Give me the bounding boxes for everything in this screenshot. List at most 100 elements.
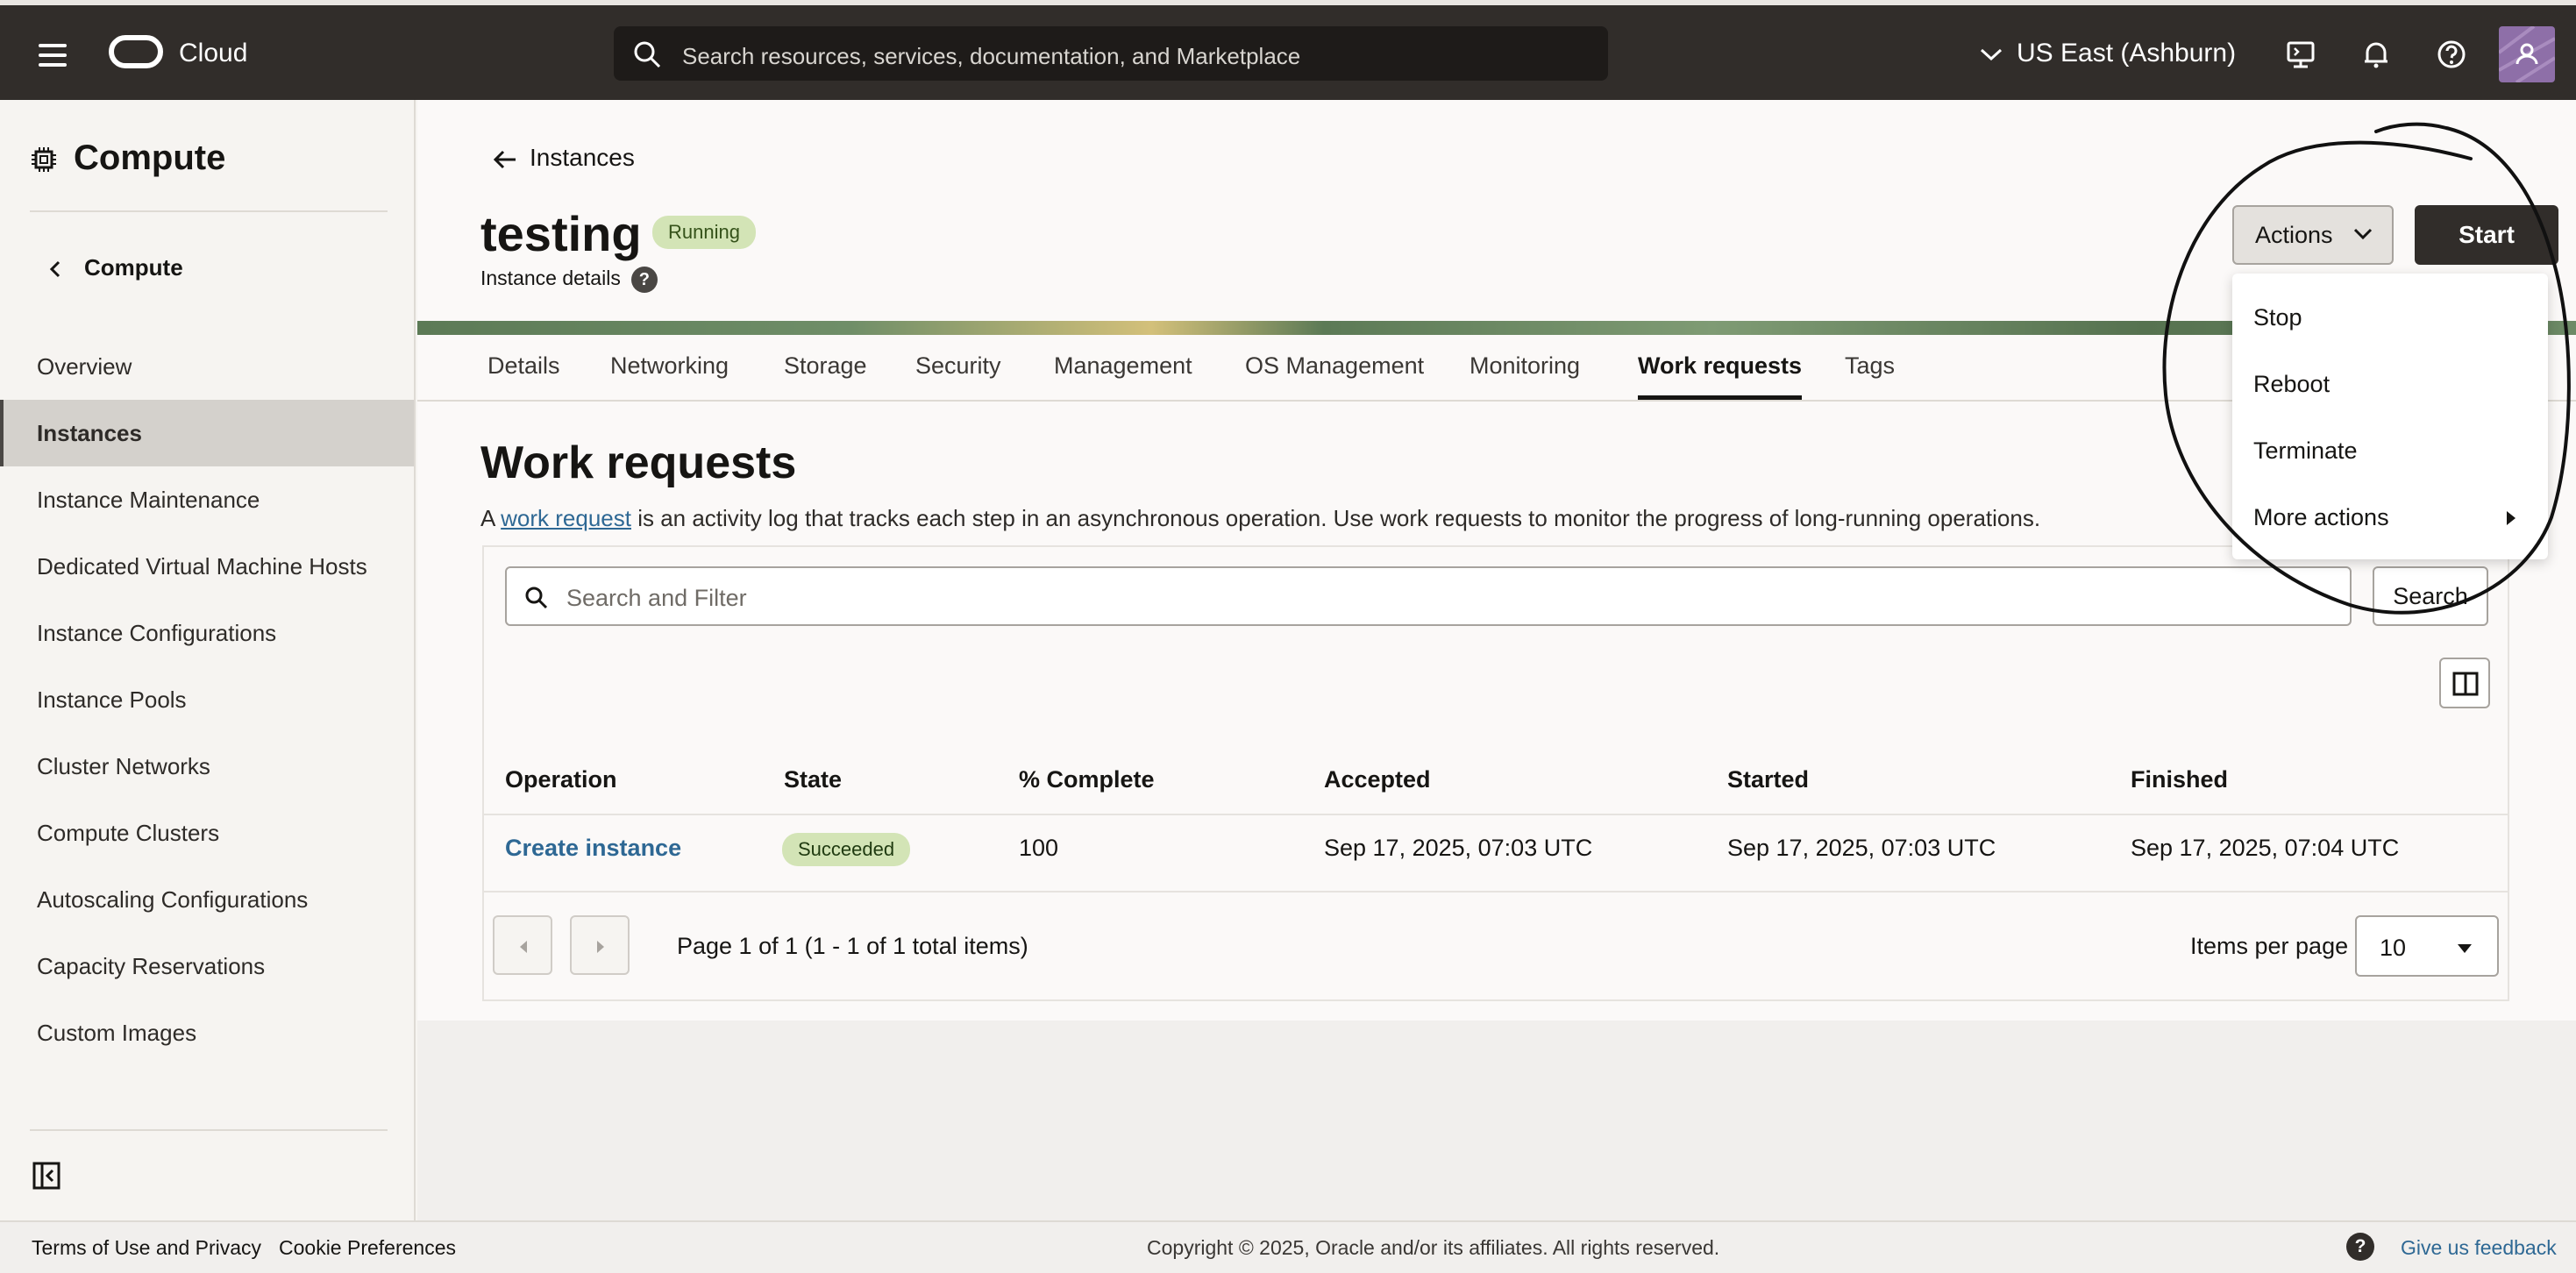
pagination-text: Page 1 of 1 (1 - 1 of 1 total items): [677, 933, 1028, 959]
tab-storage[interactable]: Storage: [784, 352, 867, 395]
sidebar-item-instance-pools[interactable]: Instance Pools: [0, 666, 414, 733]
col-header-operation[interactable]: Operation: [505, 766, 617, 793]
help-icon[interactable]: [2436, 39, 2467, 70]
region-selector[interactable]: US East (Ashburn): [1980, 39, 2236, 68]
help-icon[interactable]: ?: [630, 267, 658, 293]
tab-tags[interactable]: Tags: [1845, 352, 1895, 395]
sidebar-back-link[interactable]: Compute: [49, 254, 183, 281]
search-icon: [525, 587, 548, 609]
desc-prefix: A: [480, 505, 502, 531]
triangle-left-icon: [520, 941, 527, 953]
copyright-text: Copyright © 2025, Oracle and/or its affi…: [1147, 1236, 1720, 1259]
actions-button[interactable]: Actions: [2232, 205, 2394, 265]
feedback-link[interactable]: Give us feedback: [2401, 1236, 2557, 1260]
sidebar-item-instances[interactable]: Instances: [0, 400, 414, 466]
menu-item-stop[interactable]: Stop: [2232, 284, 2548, 351]
footer: Terms of Use and Privacy Cookie Preferen…: [0, 1220, 2576, 1273]
sidebar-divider: [30, 210, 388, 212]
menu-icon[interactable]: [39, 44, 67, 67]
chip-icon: [32, 147, 56, 173]
help-icon[interactable]: ?: [2346, 1233, 2374, 1261]
sidebar-item-dedicated-vm-hosts[interactable]: Dedicated Virtual Machine Hosts: [0, 533, 414, 600]
sidebar-divider-bottom: [30, 1129, 388, 1131]
triangle-right-icon: [597, 941, 604, 953]
sidebar-item-instance-configurations[interactable]: Instance Configurations: [0, 600, 414, 666]
user-avatar[interactable]: [2499, 26, 2555, 82]
status-badge: Running: [652, 216, 756, 249]
sidebar-title: Compute: [30, 139, 225, 178]
table-row-divider: [484, 891, 2508, 893]
items-per-page-value: 10: [2380, 935, 2407, 961]
col-header-finished[interactable]: Finished: [2131, 766, 2228, 793]
tab-management[interactable]: Management: [1054, 352, 1192, 395]
percent-complete: 100: [1019, 835, 1059, 861]
tab-monitoring[interactable]: Monitoring: [1469, 352, 1580, 395]
menu-item-reboot[interactable]: Reboot: [2232, 351, 2548, 417]
global-search-input[interactable]: Search resources, services, documentatio…: [614, 26, 1608, 81]
instance-details-text: Instance details: [480, 267, 621, 290]
cloud-shell-icon[interactable]: [2285, 39, 2316, 70]
search-filter-input[interactable]: Search and Filter: [505, 566, 2352, 626]
more-actions-label: More actions: [2253, 504, 2389, 530]
section-description: A work request is an activity log that t…: [480, 505, 2040, 532]
tab-os-management[interactable]: OS Management: [1245, 352, 1424, 395]
cookie-preferences-link[interactable]: Cookie Preferences: [279, 1236, 456, 1260]
chevron-down-icon: [2353, 228, 2373, 240]
back-to-instances-link[interactable]: Instances: [493, 144, 635, 172]
start-button[interactable]: Start: [2415, 205, 2558, 265]
terms-link[interactable]: Terms of Use and Privacy: [32, 1236, 261, 1260]
columns-icon: [2452, 672, 2479, 696]
chevron-down-icon: [1980, 48, 2003, 61]
next-page-button[interactable]: [570, 915, 630, 975]
col-header-started[interactable]: Started: [1727, 766, 1809, 793]
search-button[interactable]: Search: [2373, 566, 2488, 626]
bell-icon[interactable]: [2360, 39, 2392, 70]
instance-details-label: Instance details?: [480, 267, 658, 293]
tab-security[interactable]: Security: [915, 352, 1001, 395]
sidebar: Compute Compute Overview Instances Insta…: [0, 100, 416, 1220]
finished-time: Sep 17, 2025, 07:04 UTC: [2131, 835, 2400, 861]
sidebar-title-label: Compute: [74, 139, 226, 177]
menu-item-terminate[interactable]: Terminate: [2232, 417, 2548, 484]
accepted-time: Sep 17, 2025, 07:03 UTC: [1324, 835, 1593, 861]
sidebar-item-autoscaling-configurations[interactable]: Autoscaling Configurations: [0, 866, 414, 933]
desc-suffix: is an activity log that tracks each step…: [630, 505, 2041, 531]
tab-work-requests[interactable]: Work requests: [1638, 352, 1803, 400]
sidebar-item-overview[interactable]: Overview: [0, 333, 414, 400]
sidebar-item-compute-clusters[interactable]: Compute Clusters: [0, 800, 414, 866]
tab-networking[interactable]: Networking: [610, 352, 729, 395]
column-settings-button[interactable]: [2439, 658, 2490, 708]
user-icon: [2499, 26, 2555, 82]
sidebar-item-capacity-reservations[interactable]: Capacity Reservations: [0, 933, 414, 999]
page-title: testing: [480, 206, 642, 261]
operation-link[interactable]: Create instance: [505, 835, 681, 862]
main-content: Instances testing Running Instance detai…: [417, 100, 2576, 1220]
section-title: Work requests: [480, 437, 797, 488]
arrow-left-icon: [493, 150, 516, 168]
sidebar-back-label: Compute: [84, 254, 183, 281]
chevron-left-icon: [49, 261, 60, 278]
table-header-divider: [484, 814, 2508, 815]
global-search-placeholder: Search resources, services, documentatio…: [682, 43, 1301, 69]
col-header-accepted[interactable]: Accepted: [1324, 766, 1431, 793]
items-per-page-select[interactable]: 10: [2355, 915, 2499, 977]
triangle-right-icon: [2507, 511, 2516, 525]
oracle-logo-icon[interactable]: [109, 35, 163, 68]
menu-item-more-actions[interactable]: More actions: [2232, 484, 2548, 551]
sidebar-item-cluster-networks[interactable]: Cluster Networks: [0, 733, 414, 800]
tab-details[interactable]: Details: [487, 352, 560, 395]
brand-label[interactable]: Cloud: [179, 39, 247, 68]
search-filter-placeholder: Search and Filter: [566, 585, 747, 611]
work-request-link[interactable]: work request: [501, 505, 631, 531]
caret-down-icon: [2458, 944, 2472, 953]
col-header-complete[interactable]: % Complete: [1019, 766, 1155, 793]
state-badge: Succeeded: [782, 833, 911, 866]
sidebar-item-custom-images[interactable]: Custom Images: [0, 999, 414, 1066]
col-header-state[interactable]: State: [784, 766, 842, 793]
sidebar-item-instance-maintenance[interactable]: Instance Maintenance: [0, 466, 414, 533]
search-icon: [634, 41, 661, 68]
collapse-sidebar-icon[interactable]: [32, 1161, 61, 1191]
previous-page-button[interactable]: [493, 915, 552, 975]
main-panel: Instances testing Running Instance detai…: [417, 100, 2576, 1021]
actions-menu: Stop Reboot Terminate More actions: [2232, 274, 2548, 559]
